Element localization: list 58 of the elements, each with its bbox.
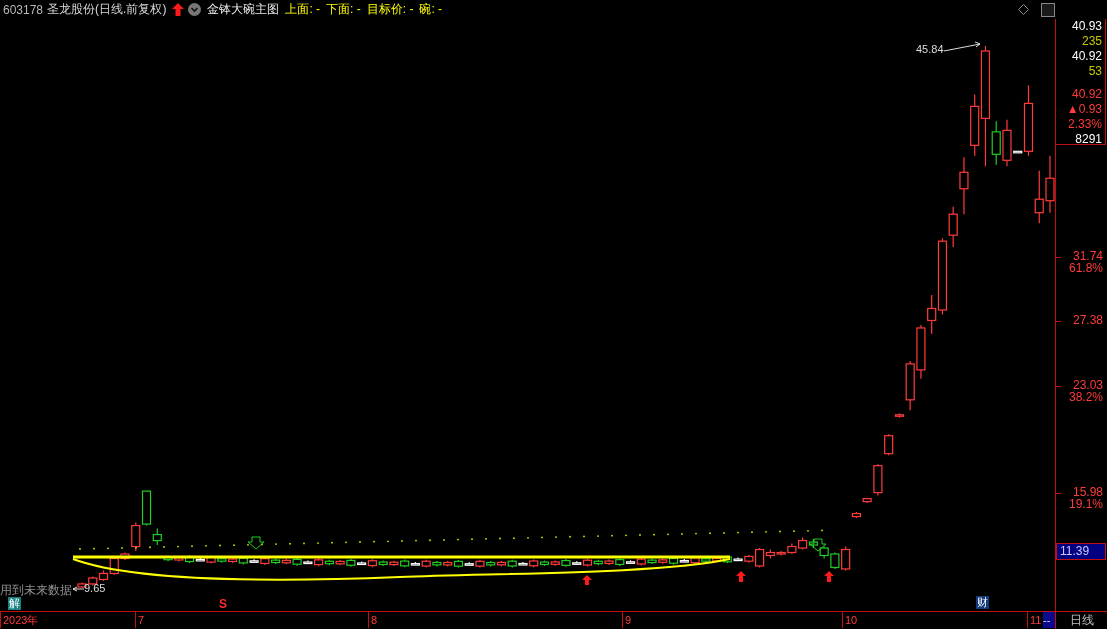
candle (851, 511, 861, 520)
up-arrow-icon (824, 571, 834, 583)
current-price-label: 11.39 (1056, 543, 1106, 561)
price-label: 23.03 (1072, 379, 1103, 393)
date-label: 8 (368, 612, 378, 629)
candle (830, 552, 840, 571)
down-arrow-icon (247, 536, 265, 550)
scroll-cell[interactable]: -- (1043, 612, 1055, 629)
low-price-label: 9.65 (84, 582, 106, 595)
info-value: 40.93 (1071, 19, 1102, 35)
indicator-field: 下面: - (326, 1, 361, 19)
date-label: 10 (842, 612, 858, 629)
candle (1034, 170, 1044, 225)
info-value: 40.92 (1071, 87, 1102, 103)
stock-name: 圣龙股份(日线.前复权) (47, 1, 167, 19)
candle (798, 537, 808, 551)
percent-label: 38.2% (1068, 391, 1103, 405)
info-value: ▲0.93 (1066, 102, 1102, 118)
indicator-field: 目标价: - (366, 1, 414, 19)
candle (916, 324, 926, 380)
leader-line (943, 41, 981, 52)
date-label: 2023年 (0, 612, 39, 629)
percent-label: 61.8% (1068, 262, 1103, 276)
info-value: 235 (1081, 34, 1102, 50)
price-label: 31.74 (1072, 250, 1103, 264)
down-arrow-icon (809, 538, 827, 552)
event-badge[interactable]: 解 (8, 597, 21, 611)
leader-line (72, 586, 85, 592)
date-label: 7 (135, 612, 145, 629)
candle (884, 434, 894, 457)
warning-text: 用到未来数据 (0, 582, 72, 598)
candle (1045, 155, 1055, 214)
percent-label: 19.1% (1068, 498, 1103, 512)
up-arrow-icon (582, 575, 592, 586)
diamond-icon[interactable] (1018, 4, 1029, 16)
indicator-field: 上面: - (285, 1, 321, 19)
info-value: 2.33% (1067, 117, 1102, 133)
info-value: 40.92 (1071, 49, 1102, 65)
info-value: 53 (1088, 64, 1102, 80)
indicator-name[interactable]: 金钵大碗主图 (207, 1, 280, 19)
candle (819, 546, 829, 560)
candle (959, 157, 969, 216)
dropdown-icon[interactable] (188, 3, 202, 17)
up-arrow-icon (736, 571, 746, 583)
date-label: 11 (1027, 612, 1042, 629)
date-label: 9 (622, 612, 632, 629)
stock-code: 603178 (3, 2, 44, 17)
price-label: 15.98 (1072, 486, 1103, 500)
candle (841, 546, 851, 572)
high-price-label: 45.84 (916, 43, 944, 56)
indicator-field: 碗: - (419, 1, 443, 19)
up-arrow-icon (172, 3, 185, 17)
event-badge[interactable]: 财 (976, 596, 989, 610)
period-tab[interactable]: 日线 (1055, 612, 1107, 629)
signal-mark: S (219, 597, 227, 612)
info-value: 8291 (1075, 132, 1102, 148)
price-label: 27.38 (1072, 314, 1103, 328)
window-icon[interactable] (1041, 2, 1055, 17)
